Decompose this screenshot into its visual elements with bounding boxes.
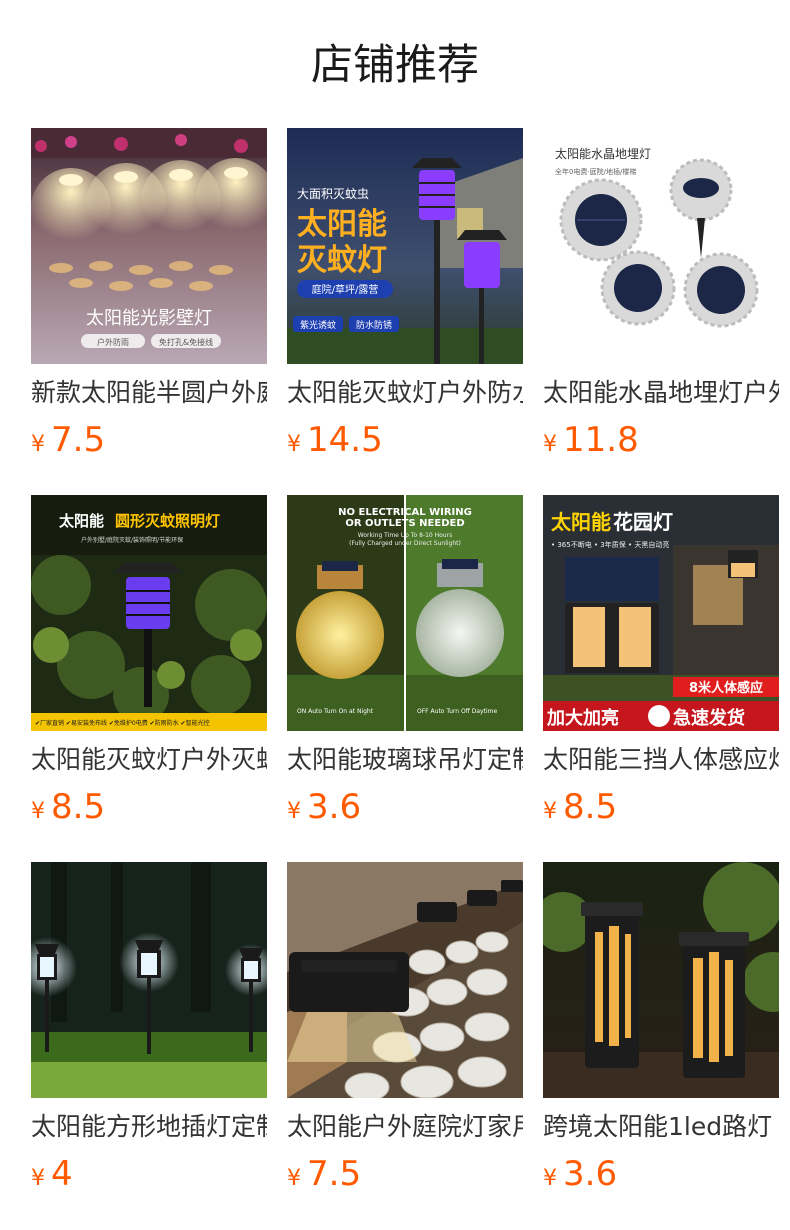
product-name[interactable]: 太阳能玻璃球吊灯定制: [287, 743, 523, 777]
price-value: 8.5: [563, 787, 618, 827]
product-card[interactable]: 太阳能方形地插灯定制 ¥4: [31, 862, 267, 1200]
product-name[interactable]: 新款太阳能半圆户外庭院壁灯: [31, 376, 267, 410]
svg-text:• 365不断电 • 3年质保 • 天黑自动亮: • 365不断电 • 3年质保 • 天黑自动亮: [551, 540, 669, 549]
product-image-wall-light[interactable]: 太阳能光影壁灯 户外防雨 免打孔&免接线: [31, 128, 267, 364]
svg-text:免打孔&免接线: 免打孔&免接线: [159, 337, 213, 347]
product-image-garden-light[interactable]: 太阳能 花园灯 • 365不断电 • 3年质保 • 天黑自动亮 8米人体感应 加…: [543, 495, 779, 731]
product-price: ¥3.6: [287, 787, 523, 833]
product-image-step-light[interactable]: [287, 862, 523, 1098]
product-price: ¥7.5: [287, 1154, 523, 1200]
svg-text:太阳能: 太阳能: [297, 207, 387, 242]
price-value: 3.6: [563, 1154, 618, 1194]
product-price: ¥3.6: [543, 1154, 779, 1200]
product-price: ¥4: [31, 1154, 267, 1200]
product-image-round-mosquito-light[interactable]: 太阳能 圆形灭蚊照明灯 户外别墅/庭院灭蚊/装饰照明/节能环保 ✔厂家直销 ✔易…: [31, 495, 267, 731]
price-value: 7.5: [307, 1154, 362, 1194]
product-image-pathway-light[interactable]: [543, 862, 779, 1098]
svg-text:大面积灭蚊虫: 大面积灭蚊虫: [297, 186, 369, 201]
svg-text:庭院/草坪/露营: 庭院/草坪/露营: [312, 283, 379, 296]
store-recommendations: 店铺推荐 太阳能光影壁灯 户外防雨 免打孔&免接线 新款太阳能半圆户外 ¥ 7.…: [0, 0, 790, 1230]
svg-text:OR OUTLETS NEEDED: OR OUTLETS NEEDED: [345, 518, 464, 529]
product-price: ¥14.5: [287, 420, 523, 466]
svg-text:NO ELECTRICAL WIRING: NO ELECTRICAL WIRING: [338, 507, 472, 518]
product-card[interactable]: 太阳能户外庭院灯家用 ¥7.5: [287, 862, 523, 1200]
product-name[interactable]: 太阳能水晶地埋灯户外: [543, 376, 779, 410]
product-card[interactable]: 太阳能光影壁灯 户外防雨 免打孔&免接线 新款太阳能半圆户外庭院壁灯 ¥7.5: [31, 128, 267, 466]
svg-text:加大加亮: 加大加亮: [546, 707, 619, 729]
price-value: 8.5: [51, 787, 106, 827]
product-card[interactable]: NO ELECTRICAL WIRING OR OUTLETS NEEDED W…: [287, 495, 523, 833]
product-price: ¥7.5: [31, 420, 267, 466]
product-name[interactable]: 跨境太阳能1led路灯: [543, 1110, 779, 1144]
svg-text:紫光诱蚊: 紫光诱蚊: [300, 319, 336, 331]
svg-text:(Fully Charged under Direct Su: (Fully Charged under Direct Sunlight): [349, 540, 461, 547]
currency-symbol: ¥: [287, 432, 301, 457]
currency-symbol: ¥: [31, 799, 45, 824]
product-card[interactable]: 太阳能 花园灯 • 365不断电 • 3年质保 • 天黑自动亮 8米人体感应 加…: [543, 495, 779, 833]
price-value: 14.5: [307, 420, 383, 460]
product-image-glass-ball-lantern[interactable]: NO ELECTRICAL WIRING OR OUTLETS NEEDED W…: [287, 495, 523, 731]
svg-text:急速发货: 急速发货: [673, 707, 745, 729]
currency-symbol: ¥: [543, 432, 557, 457]
currency-symbol: ¥: [543, 799, 557, 824]
svg-text:全年0电费·庭院/地插/楼梯: 全年0电费·庭院/地插/楼梯: [555, 167, 636, 176]
svg-text:Working Time Up To 8-10 Hours: Working Time Up To 8-10 Hours: [358, 532, 452, 539]
page-title: 店铺推荐: [310, 40, 479, 89]
price-value: 11.8: [563, 420, 639, 460]
product-card[interactable]: 太阳能水晶地埋灯 全年0电费·庭院/地插/楼梯 太阳能水晶地埋灯户外 ¥11.8: [543, 128, 779, 466]
currency-symbol: ¥: [543, 1166, 557, 1191]
product-image-crystal-ground-light[interactable]: 太阳能水晶地埋灯 全年0电费·庭院/地插/楼梯: [543, 128, 779, 364]
svg-text:OFF Auto Turn Off Daytime: OFF Auto Turn Off Daytime: [417, 708, 497, 715]
product-name[interactable]: 太阳能灭蚊灯户外防水庭院: [287, 376, 523, 410]
price-value: 7.5: [51, 420, 106, 460]
svg-text:✔厂家直销 ✔易安装免布线 ✔免维护0电费 ✔防雨防水 ✔智: ✔厂家直销 ✔易安装免布线 ✔免维护0电费 ✔防雨防水 ✔智能光控: [35, 719, 210, 727]
svg-text:花园灯: 花园灯: [613, 510, 673, 534]
product-name[interactable]: 太阳能三挡人体感应灯: [543, 743, 779, 777]
product-card[interactable]: 大面积灭蚊虫 太阳能 灭蚊灯 庭院/草坪/露营 紫光诱蚊 防水防锈 太阳能灭蚊灯…: [287, 128, 523, 466]
svg-text:ON Auto Turn On at Night: ON Auto Turn On at Night: [297, 708, 374, 715]
product-name[interactable]: 太阳能户外庭院灯家用: [287, 1110, 523, 1144]
product-card[interactable]: 太阳能 圆形灭蚊照明灯 户外别墅/庭院灭蚊/装饰照明/节能环保 ✔厂家直销 ✔易…: [31, 495, 267, 833]
svg-text:太阳能: 太阳能: [551, 510, 611, 534]
price-value: 4: [51, 1154, 73, 1194]
svg-text:太阳能: 太阳能: [59, 512, 104, 530]
product-price: ¥8.5: [543, 787, 779, 833]
product-price: ¥11.8: [543, 420, 779, 466]
product-name[interactable]: 太阳能方形地插灯定制: [31, 1110, 267, 1144]
svg-text:防水防锈: 防水防锈: [356, 319, 392, 331]
svg-text:户外别墅/庭院灭蚊/装饰照明/节能环保: 户外别墅/庭院灭蚊/装饰照明/节能环保: [81, 536, 183, 544]
svg-text:户外防雨: 户外防雨: [97, 337, 129, 347]
product-price: ¥8.5: [31, 787, 267, 833]
currency-symbol: ¥: [31, 432, 45, 457]
product-image-square-stake-light[interactable]: [31, 862, 267, 1098]
svg-text:圆形灭蚊照明灯: 圆形灭蚊照明灯: [115, 512, 220, 530]
svg-text:灭蚊灯: 灭蚊灯: [297, 243, 387, 278]
image-headline: 太阳能光影壁灯: [86, 308, 212, 329]
product-image-mosquito-lamp[interactable]: 大面积灭蚊虫 太阳能 灭蚊灯 庭院/草坪/露营 紫光诱蚊 防水防锈: [287, 128, 523, 364]
currency-symbol: ¥: [31, 1166, 45, 1191]
svg-text:8米人体感应: 8米人体感应: [689, 680, 763, 696]
product-card[interactable]: 跨境太阳能1led路灯 ¥3.6: [543, 862, 779, 1200]
currency-symbol: ¥: [287, 799, 301, 824]
currency-symbol: ¥: [287, 1166, 301, 1191]
price-value: 3.6: [307, 787, 362, 827]
svg-text:太阳能水晶地埋灯: 太阳能水晶地埋灯: [555, 146, 651, 161]
product-name[interactable]: 太阳能灭蚊灯户外灭蚊照明: [31, 743, 267, 777]
